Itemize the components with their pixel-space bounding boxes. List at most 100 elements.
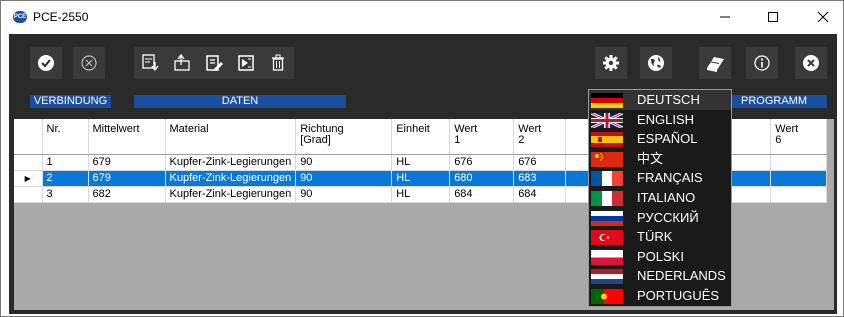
table-cell[interactable]: HL (391, 186, 451, 203)
book-icon (707, 57, 724, 72)
table-cell[interactable]: 676 (449, 154, 515, 171)
column-header[interactable]: Richtung [Grad] (295, 119, 393, 155)
language-menu: DEUTSCH ENGLISH ESPAÑOL 中文 FRANÇAIS ITALIANO Р… (588, 89, 732, 307)
column-header[interactable]: Wert 1 (449, 119, 515, 155)
poland-flag-icon (591, 249, 623, 265)
table-cell[interactable]: 90 (295, 170, 393, 187)
language-option[interactable]: TÜRK (589, 227, 731, 247)
language-label: ESPAÑOL (637, 131, 698, 147)
gear-icon (603, 55, 619, 71)
download-document-icon (142, 54, 159, 72)
settings-button[interactable] (595, 47, 627, 79)
table-cell[interactable]: 684 (513, 186, 567, 203)
row-selector[interactable] (14, 186, 43, 203)
language-label: POLSKI (637, 248, 684, 264)
table-cell[interactable]: 676 (513, 154, 567, 171)
row-selector[interactable]: ▶ (14, 170, 43, 187)
title-bar: PCE PCE-2550 (1, 1, 843, 33)
disconnect-button[interactable] (73, 47, 105, 79)
language-option[interactable]: PORTUGUÊS (589, 286, 731, 306)
connect-button[interactable] (30, 47, 62, 79)
russia-flag-icon (591, 210, 623, 226)
upload-folder-icon (174, 53, 190, 71)
language-button[interactable] (640, 47, 672, 79)
column-header[interactable]: Einheit (391, 119, 451, 155)
close-button[interactable] (803, 5, 843, 29)
edit-document-icon (206, 55, 223, 71)
column-header-label: Wert (775, 123, 799, 135)
language-option[interactable]: ITALIANO (589, 188, 731, 208)
language-option[interactable]: POLSKI (589, 247, 731, 267)
netherlands-flag-icon (591, 269, 623, 285)
language-option[interactable]: DEUTSCH (589, 90, 731, 110)
delete-button[interactable] (262, 47, 294, 79)
table-cell[interactable]: 679 (88, 170, 166, 187)
minimize-icon (720, 16, 730, 18)
manual-button[interactable] (699, 47, 731, 79)
language-option[interactable]: NEDERLANDS (589, 266, 731, 286)
column-header-sublabel: [Grad] (300, 134, 331, 146)
row-selector[interactable] (14, 154, 43, 171)
language-option[interactable]: РУССКИЙ (589, 208, 731, 228)
window-title: PCE-2550 (33, 10, 89, 24)
table-cell[interactable]: 90 (295, 154, 393, 171)
group-label-verbindung: VERBINDUNG (30, 95, 111, 108)
turkey-flag-icon (591, 230, 623, 246)
exit-button[interactable] (795, 47, 827, 79)
germany-flag-icon (591, 93, 623, 108)
minimize-button[interactable] (705, 5, 745, 29)
language-label: DEUTSCH (637, 92, 700, 107)
column-header[interactable]: Wert 6 (770, 119, 828, 155)
info-icon (754, 55, 770, 71)
table-cell[interactable] (770, 170, 828, 187)
table-cell[interactable]: HL (391, 170, 451, 187)
column-header[interactable]: Material (165, 119, 297, 155)
column-header-label: Wert (454, 123, 478, 135)
language-option[interactable]: FRANÇAIS (589, 168, 731, 188)
table-cell[interactable]: 90 (295, 186, 393, 203)
info-button[interactable] (746, 47, 778, 79)
excel-export-button[interactable] (230, 47, 262, 79)
table-cell[interactable]: 684 (449, 186, 515, 203)
language-label: TÜRK (637, 229, 673, 245)
column-header-label: Material (169, 123, 209, 135)
language-option[interactable]: ENGLISH (589, 110, 731, 130)
language-label: PORTUGUÊS (637, 288, 720, 303)
column-header[interactable]: Nr. (42, 119, 89, 155)
table-cell[interactable]: HL (391, 154, 451, 171)
table-cell[interactable] (770, 186, 828, 203)
language-label: ITALIANO (637, 190, 696, 205)
maximize-button[interactable] (753, 5, 793, 29)
globe-icon (648, 55, 664, 71)
table-cell[interactable]: 682 (88, 186, 166, 203)
column-header[interactable]: Mittelwert (88, 119, 166, 155)
table-cell[interactable]: 2 (42, 170, 89, 187)
excel-icon (238, 55, 254, 71)
import-data-button[interactable] (134, 47, 166, 79)
column-header-label: Wert (518, 123, 542, 135)
edit-data-button[interactable] (198, 47, 230, 79)
column-header-label: Einheit (396, 123, 430, 135)
app-logo-icon: PCE (13, 11, 27, 23)
language-label: 中文 (637, 150, 664, 166)
group-label-daten: DATEN (134, 95, 346, 108)
table-cell[interactable]: 3 (42, 186, 89, 203)
language-option[interactable]: ESPAÑOL (589, 129, 731, 149)
export-data-button[interactable] (166, 47, 198, 79)
x-circle-icon (81, 55, 97, 71)
table-cell[interactable]: Kupfer-Zink-Legierungen (165, 170, 297, 187)
row-header-corner[interactable] (14, 119, 43, 155)
table-cell[interactable]: 680 (449, 170, 515, 187)
table-cell[interactable]: 1 (42, 154, 89, 171)
table-cell[interactable] (770, 154, 828, 171)
italy-flag-icon (591, 191, 623, 206)
table-cell[interactable]: 683 (513, 170, 567, 187)
table-cell[interactable]: Kupfer-Zink-Legierungen (165, 154, 297, 171)
language-label: FRANÇAIS (637, 170, 703, 186)
column-header[interactable]: Wert 2 (513, 119, 567, 155)
table-cell[interactable]: 679 (88, 154, 166, 171)
language-option[interactable]: 中文 (589, 149, 731, 169)
check-circle-icon (38, 55, 54, 71)
language-label: NEDERLANDS (637, 268, 726, 284)
table-cell[interactable]: Kupfer-Zink-Legierungen (165, 186, 297, 203)
